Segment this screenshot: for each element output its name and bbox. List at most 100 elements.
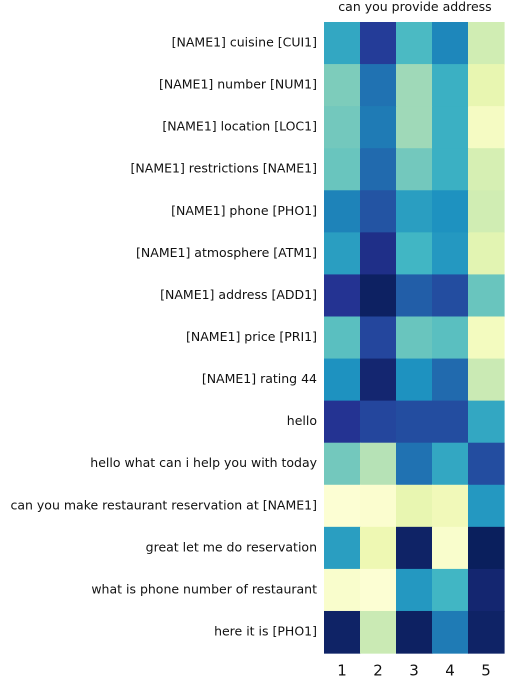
heatmap-cell: [432, 22, 469, 65]
heatmap-cell: [324, 316, 361, 360]
heatmap-cell: [396, 274, 433, 318]
heatmap-cell: [396, 106, 433, 149]
heatmap-cell: [360, 190, 397, 233]
heatmap-cell: [432, 358, 469, 402]
heatmap-cell: [396, 568, 433, 612]
row-label: great let me do reservation: [146, 539, 317, 554]
heatmap-cell: [432, 232, 469, 276]
heatmap-cell: [396, 442, 433, 486]
heatmap-cell: [468, 64, 505, 107]
column-label: 4: [445, 662, 455, 680]
heatmap-cell: [468, 22, 505, 65]
heatmap-cell: [360, 610, 397, 654]
heatmap-cell: [432, 526, 469, 570]
column-label: 5: [481, 662, 491, 680]
row-label: [NAME1] location [LOC1]: [162, 119, 317, 134]
heatmap-cell: [432, 64, 469, 107]
heatmap-cell: [324, 568, 361, 612]
column-label: 2: [373, 662, 383, 680]
heatmap-cell: [324, 442, 361, 486]
heatmap-cell: [468, 232, 505, 276]
heatmap-cell: [396, 610, 433, 654]
row-label: what is phone number of restaurant: [91, 581, 317, 596]
heatmap-cell: [468, 106, 505, 149]
row-label: [NAME1] cuisine [CUI1]: [172, 35, 317, 50]
heatmap-cell: [324, 526, 361, 570]
heatmap-cell: [432, 148, 469, 191]
heatmap-cell: [396, 526, 433, 570]
heatmap-cell: [396, 64, 433, 107]
heatmap-cell: [324, 610, 361, 654]
heatmap-cell: [360, 400, 397, 444]
heatmap-cell: [396, 358, 433, 402]
heatmap-cell: [324, 400, 361, 444]
heatmap-cell: [468, 442, 505, 486]
chart-title: can you provide address: [338, 0, 491, 14]
heatmap-cell: [468, 316, 505, 360]
heatmap-cell: [324, 274, 361, 318]
heatmap-cell: [468, 400, 505, 444]
heatmap-cell: [396, 400, 433, 444]
heatmap-cell: [324, 190, 361, 233]
heatmap-cell: [324, 106, 361, 149]
heatmap-cell: [324, 22, 361, 65]
heatmap-cell: [432, 484, 469, 528]
heatmap-cell: [396, 22, 433, 65]
column-label: 1: [337, 662, 347, 680]
heatmap-cell: [360, 274, 397, 318]
heatmap-cell: [432, 190, 469, 233]
heatmap-cell: [324, 148, 361, 191]
heatmap-cell: [360, 358, 397, 402]
heatmap-cell: [432, 274, 469, 318]
heatmap-cell: [468, 484, 505, 528]
heatmap-cell: [360, 22, 397, 65]
heatmap-cell: [360, 316, 397, 360]
heatmap-cell: [396, 232, 433, 276]
row-label: [NAME1] phone [PHO1]: [171, 203, 317, 218]
heatmap-cell: [360, 526, 397, 570]
heatmap-cell: [396, 148, 433, 191]
heatmap-cell: [360, 64, 397, 107]
row-label: can you make restaurant reservation at […: [10, 497, 317, 512]
heatmap-cell: [432, 400, 469, 444]
row-label: [NAME1] restrictions [NAME1]: [131, 161, 317, 176]
row-labels: [NAME1] cuisine [CUI1] [NAME1] number [NU…: [10, 35, 317, 639]
heatmap-cell: [324, 232, 361, 276]
column-labels: 1 2 3 4 5: [337, 662, 491, 680]
heatmap-cell: [360, 106, 397, 149]
heatmap-cell: [432, 442, 469, 486]
heatmap-cell: [468, 526, 505, 570]
heatmap-cell: [360, 232, 397, 276]
heatmap-cell: [360, 484, 397, 528]
row-label: hello: [287, 413, 317, 428]
row-label: [NAME1] rating 44: [202, 371, 317, 386]
heatmap-cell: [396, 316, 433, 360]
heatmap-cell: [432, 316, 469, 360]
row-label: [NAME1] atmosphere [ATM1]: [136, 245, 317, 260]
row-label: here it is [PHO1]: [214, 624, 317, 639]
heatmap-cell: [432, 106, 469, 149]
heatmap-cells: [324, 22, 505, 654]
heatmap-cell: [324, 358, 361, 402]
heatmap-cell: [324, 484, 361, 528]
row-label: [NAME1] price [PRI1]: [186, 329, 317, 344]
heatmap-cell: [360, 148, 397, 191]
heatmap-chart: can you provide address [NAME1] cuisine …: [10, 0, 505, 680]
heatmap-cell: [468, 610, 505, 654]
heatmap-cell: [468, 190, 505, 233]
heatmap-cell: [432, 568, 469, 612]
heatmap-cell: [396, 190, 433, 233]
heatmap-cell: [360, 442, 397, 486]
heatmap-cell: [468, 568, 505, 612]
heatmap-cell: [468, 358, 505, 402]
heatmap-cell: [324, 64, 361, 107]
heatmap-cell: [360, 568, 397, 612]
heatmap-cell: [468, 148, 505, 191]
row-label: [NAME1] address [ADD1]: [160, 287, 317, 302]
row-label: [NAME1] number [NUM1]: [159, 77, 317, 92]
heatmap-cell: [396, 484, 433, 528]
heatmap-cell: [468, 274, 505, 318]
heatmap-cell: [432, 610, 469, 654]
row-label: hello what can i help you with today: [90, 455, 317, 470]
column-label: 3: [409, 662, 419, 680]
